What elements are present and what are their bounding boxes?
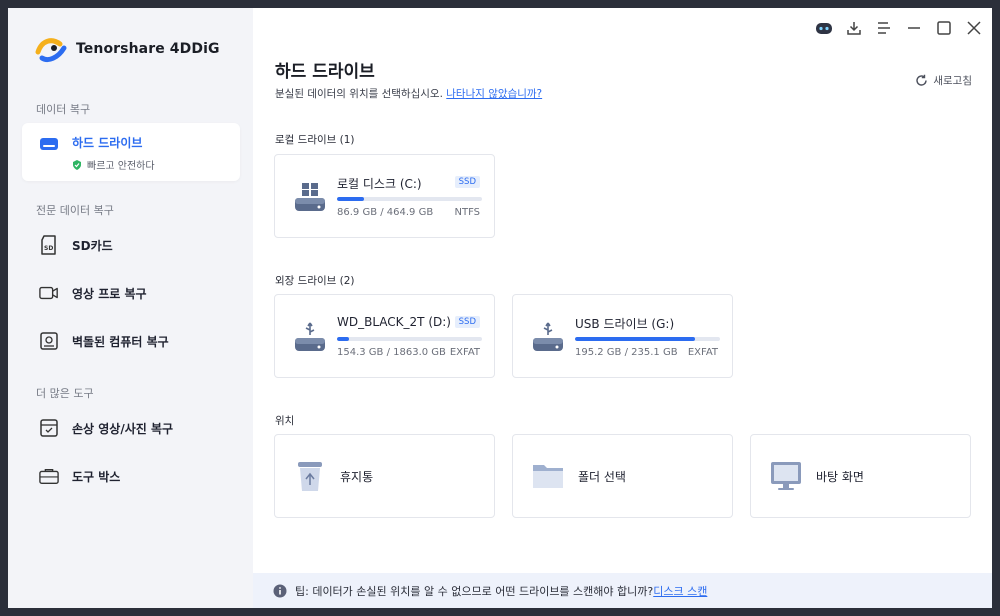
sidebar-item-label: 영상 프로 복구 xyxy=(72,286,147,301)
title-bar-controls xyxy=(814,18,984,38)
app-name: Tenorshare 4DDiG xyxy=(76,41,220,57)
windows-drive-icon xyxy=(295,183,325,211)
sidebar-item-sub-text: 빠르고 안전하다 xyxy=(87,161,155,172)
location-title: 위치 xyxy=(275,415,295,427)
sd-card-icon: SD xyxy=(39,235,59,255)
location-recycle-bin[interactable]: 휴지통 xyxy=(274,434,495,518)
drive-usage-bar xyxy=(575,337,720,341)
info-icon xyxy=(273,584,287,597)
tip-text: 팁: 데이터가 손실된 위치를 알 수 없으므로 어떤 드라이브를 스캔해야 합… xyxy=(295,584,654,598)
drive-card-c[interactable]: 로컬 디스크 (C:) SSD 86.9 GB / 464.9 GB NTFS xyxy=(274,154,495,238)
location-desktop[interactable]: 바탕 화면 xyxy=(750,434,971,518)
recycle-bin-icon xyxy=(293,459,327,493)
section-title-pro: 전문 데이터 복구 xyxy=(36,204,114,217)
drive-card-g[interactable]: USB 드라이브 (G:) 195.2 GB / 235.1 GB EXFAT xyxy=(512,294,733,378)
drive-usage-fill xyxy=(337,197,365,201)
section-title-tools: 더 많은 도구 xyxy=(36,387,94,400)
hard-drive-icon xyxy=(39,134,59,154)
sidebar-item-video[interactable]: 영상 프로 복구 xyxy=(22,271,240,315)
refresh-button[interactable]: 새로고침 xyxy=(915,73,972,88)
page-subtitle: 분실된 데이터의 위치를 선택하십시오. 나타나지 않았습니까? xyxy=(275,86,542,101)
sidebar-item-label: SD카드 xyxy=(72,238,113,253)
drive-filesystem: EXFAT xyxy=(449,347,480,358)
folder-icon xyxy=(531,459,565,493)
local-drives-title: 로컬 드라이브 (1) xyxy=(275,134,355,146)
close-icon[interactable] xyxy=(964,18,984,38)
sidebar-item-sd-card[interactable]: SD SD카드 xyxy=(22,223,240,267)
drive-size: 195.2 GB / 235.1 GB xyxy=(575,347,678,358)
drive-name: 로컬 디스크 (C:) xyxy=(337,177,422,191)
disk-scan-link[interactable]: 디스크 스캔 xyxy=(653,583,707,599)
drive-card-d[interactable]: WD_BLACK_2T (D:) SSD 154.3 GB / 1863.0 G… xyxy=(274,294,495,378)
computer-icon xyxy=(39,331,59,351)
refresh-icon xyxy=(916,74,928,86)
drive-type-badge: SSD xyxy=(454,316,480,328)
logo-icon xyxy=(35,38,67,63)
download-icon[interactable] xyxy=(844,18,864,38)
sidebar: Tenorshare 4DDiG 데이터 복구 하드 드라이브 빠르고 안전하다… xyxy=(8,8,253,608)
refresh-label: 새로고침 xyxy=(933,75,972,87)
desktop-icon xyxy=(769,459,803,493)
shield-check-icon xyxy=(73,159,81,170)
drive-type-badge: SSD xyxy=(454,176,480,188)
assistant-icon[interactable] xyxy=(814,18,834,38)
drive-filesystem: NTFS xyxy=(454,207,480,218)
drive-usage-fill xyxy=(337,337,350,341)
usb-drive-icon xyxy=(533,322,563,351)
sidebar-item-hard-drive[interactable]: 하드 드라이브 빠르고 안전하다 xyxy=(22,123,240,181)
drive-name: WD_BLACK_2T (D:) xyxy=(337,315,451,329)
sidebar-item-label: 벽돌된 컴퓨터 복구 xyxy=(72,334,169,349)
app-logo: Tenorshare 4DDiG xyxy=(34,34,220,64)
drive-usage-bar xyxy=(337,337,482,341)
section-title-recovery: 데이터 복구 xyxy=(36,103,91,116)
drive-usage-fill xyxy=(575,337,696,341)
location-label: 바탕 화면 xyxy=(816,469,864,484)
location-label: 휴지통 xyxy=(340,469,374,484)
sidebar-item-subtitle: 빠르고 안전하다 xyxy=(72,157,155,172)
sidebar-item-label: 도구 박스 xyxy=(72,469,121,484)
maximize-icon[interactable] xyxy=(934,18,954,38)
sidebar-item-photo-repair[interactable]: 손상 영상/사진 복구 xyxy=(22,406,240,450)
minimize-icon[interactable] xyxy=(904,18,924,38)
usb-drive-icon xyxy=(295,322,325,351)
drive-usage-bar xyxy=(337,197,482,201)
photo-repair-icon xyxy=(39,418,59,438)
sidebar-item-computer[interactable]: 벽돌된 컴퓨터 복구 xyxy=(22,319,240,363)
toolbox-icon xyxy=(39,466,59,486)
video-icon xyxy=(39,283,59,303)
drive-filesystem: EXFAT xyxy=(687,347,718,358)
main-panel: 하드 드라이브 분실된 데이터의 위치를 선택하십시오. 나타나지 않았습니까?… xyxy=(253,8,992,608)
location-folder[interactable]: 폴더 선택 xyxy=(512,434,733,518)
svg-text:SD: SD xyxy=(44,245,53,252)
sidebar-item-toolbox[interactable]: 도구 박스 xyxy=(22,454,240,498)
page-title: 하드 드라이브 xyxy=(275,62,375,82)
menu-icon[interactable] xyxy=(874,18,894,38)
location-label: 폴더 선택 xyxy=(578,469,626,484)
sidebar-item-label: 손상 영상/사진 복구 xyxy=(72,421,174,436)
app-window: Tenorshare 4DDiG 데이터 복구 하드 드라이브 빠르고 안전하다… xyxy=(8,8,992,608)
not-shown-link[interactable]: 나타나지 않았습니까? xyxy=(446,88,542,100)
sidebar-item-label: 하드 드라이브 xyxy=(72,136,143,150)
drive-size: 86.9 GB / 464.9 GB xyxy=(337,207,434,218)
drive-name: USB 드라이브 (G:) xyxy=(575,317,675,331)
subtitle-text: 분실된 데이터의 위치를 선택하십시오. xyxy=(275,88,443,100)
drive-size: 154.3 GB / 1863.0 GB xyxy=(337,347,446,358)
tip-bar: 팁: 데이터가 손실된 위치를 알 수 없으므로 어떤 드라이브를 스캔해야 합… xyxy=(253,573,992,608)
external-drives-title: 외장 드라이브 (2) xyxy=(275,275,355,287)
